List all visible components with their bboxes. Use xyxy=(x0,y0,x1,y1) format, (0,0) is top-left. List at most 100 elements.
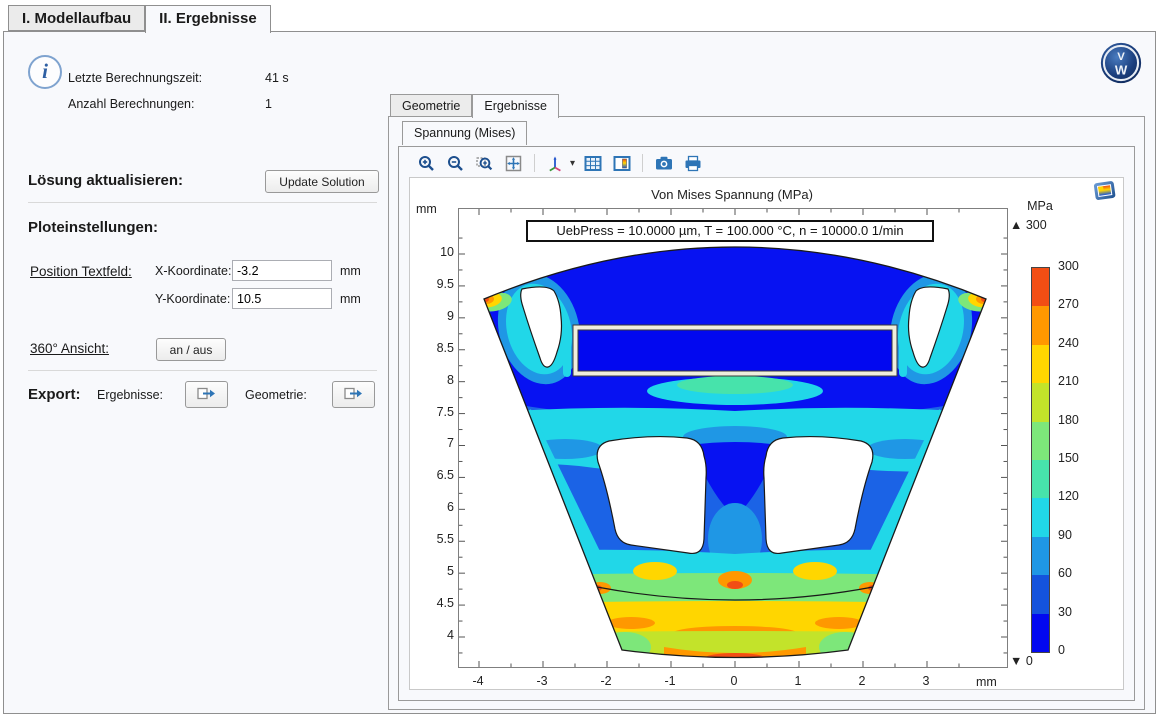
export-geometry-button[interactable] xyxy=(332,381,375,408)
x-tick-label: 0 xyxy=(718,674,750,688)
colorbar-tick-label: 120 xyxy=(1058,489,1079,503)
y-tick-label: 6.5 xyxy=(416,468,454,482)
colorbar-band xyxy=(1032,383,1049,421)
calc-time-label: Letzte Berechnungszeit: xyxy=(68,71,202,85)
graphics-tab-bar: GeometrieErgebnisse xyxy=(390,94,559,118)
x-tick-label: -1 xyxy=(654,674,686,688)
vw-logo: V W xyxy=(1100,42,1142,89)
y-tick-label: 10 xyxy=(416,245,454,259)
chevron-down-icon[interactable]: ▾ xyxy=(570,158,575,169)
x-tick-label: -4 xyxy=(462,674,494,688)
y-unit-label: mm xyxy=(340,292,361,306)
graphics-toolbar: ▾ xyxy=(409,150,1124,176)
plot-window-icon[interactable] xyxy=(1092,180,1117,207)
colorbar-tick-label: 60 xyxy=(1058,566,1072,580)
y-tick-label: 8 xyxy=(416,373,454,387)
colorbar xyxy=(1031,267,1050,653)
y-tick-label: 9.5 xyxy=(416,277,454,291)
divider xyxy=(28,370,377,371)
zoom-box-icon[interactable] xyxy=(473,152,496,174)
x-tick-label: 2 xyxy=(846,674,878,688)
zoom-out-icon[interactable] xyxy=(444,152,467,174)
plot-settings-heading: Ploteinstellungen: xyxy=(28,219,158,236)
main-tab-bar: I. ModellaufbauII. Ergebnisse xyxy=(8,5,271,33)
colorbar-band xyxy=(1032,575,1049,613)
y-coordinate-label: Y-Koordinate: xyxy=(155,292,230,306)
colorbar-tick-label: 90 xyxy=(1058,528,1072,542)
info-icon: i xyxy=(28,55,62,89)
plot-area[interactable] xyxy=(458,208,1008,668)
divider xyxy=(28,202,377,203)
colorbar-tick-label: 210 xyxy=(1058,374,1079,388)
tab-spannung-mises[interactable]: Spannung (Mises) xyxy=(402,121,527,145)
tab-ergebnisse-graphics[interactable]: Ergebnisse xyxy=(472,94,559,118)
calc-count-value: 1 xyxy=(265,97,272,111)
y-tick-label: 6 xyxy=(416,500,454,514)
colorbar-tick-label: 150 xyxy=(1058,451,1079,465)
svg-text:W: W xyxy=(1115,62,1128,77)
y-tick-label: 4 xyxy=(416,628,454,642)
y-axis-unit: mm xyxy=(416,202,437,216)
export-results-label: Ergebnisse: xyxy=(97,388,163,402)
svg-text:V: V xyxy=(1117,51,1125,63)
colorbar-unit: MPa xyxy=(1018,199,1062,213)
x-tick-label: -2 xyxy=(590,674,622,688)
app-window: I. ModellaufbauII. Ergebnisse V W i Letz… xyxy=(0,0,1157,720)
update-solution-heading: Lösung aktualisieren: xyxy=(28,172,183,189)
colorbar-band xyxy=(1032,345,1049,383)
colorbar-under-marker: ▼ 0 xyxy=(1010,654,1033,668)
y-tick-label: 9 xyxy=(416,309,454,323)
y-tick-label: 7.5 xyxy=(416,405,454,419)
colorbar-tick-label: 270 xyxy=(1058,297,1079,311)
color-legend-icon[interactable] xyxy=(610,152,633,174)
tab-geometrie[interactable]: Geometrie xyxy=(390,94,472,117)
x-unit-label: mm xyxy=(340,264,361,278)
parameter-annotation: UebPress = 10.0000 µm, T = 100.000 °C, n… xyxy=(526,220,934,242)
y-tick-label: 5.5 xyxy=(416,532,454,546)
x-coordinate-label: X-Koordinate: xyxy=(155,264,231,278)
text-position-label: Position Textfeld: xyxy=(30,264,132,279)
x-tick-label: 1 xyxy=(782,674,814,688)
colorbar-tick-label: 0 xyxy=(1058,643,1065,657)
von-mises-field xyxy=(459,209,1007,667)
colorbar-tick-label: 30 xyxy=(1058,605,1072,619)
snapshot-icon[interactable] xyxy=(652,152,675,174)
x-coordinate-input[interactable] xyxy=(232,260,332,281)
colorbar-band xyxy=(1032,422,1049,460)
export-icon xyxy=(344,386,363,404)
colorbar-tick-label: 240 xyxy=(1058,336,1079,350)
tab-ergebnisse[interactable]: II. Ergebnisse xyxy=(145,5,271,33)
view-360-label: 360° Ansicht: xyxy=(30,341,109,356)
y-tick-label: 5 xyxy=(416,564,454,578)
y-tick-label: 7 xyxy=(416,436,454,450)
print-icon[interactable] xyxy=(681,152,704,174)
colorbar-tick-label: 300 xyxy=(1058,259,1079,273)
y-coordinate-input[interactable] xyxy=(232,288,332,309)
export-heading: Export: xyxy=(28,386,81,403)
colorbar-tick-label: 180 xyxy=(1058,413,1079,427)
x-tick-label: 3 xyxy=(910,674,942,688)
toolbar-separator xyxy=(534,154,535,172)
plot-title: Von Mises Spannung (MPa) xyxy=(458,187,1006,202)
grid-icon[interactable] xyxy=(581,152,604,174)
colorbar-band xyxy=(1032,268,1049,306)
colorbar-band xyxy=(1032,460,1049,498)
tab-modellaufbau[interactable]: I. Modellaufbau xyxy=(8,5,145,31)
x-tick-label: -3 xyxy=(526,674,558,688)
calc-count-label: Anzahl Berechnungen: xyxy=(68,97,194,111)
x-axis-unit: mm xyxy=(976,675,1016,689)
update-solution-button[interactable]: Update Solution xyxy=(265,170,379,193)
view-orientation-icon[interactable] xyxy=(544,152,567,174)
graphics-canvas[interactable]: Von Mises Spannung (MPa) mm xyxy=(409,177,1124,690)
zoom-in-icon[interactable] xyxy=(415,152,438,174)
zoom-extents-icon[interactable] xyxy=(502,152,525,174)
colorbar-band xyxy=(1032,498,1049,536)
export-icon xyxy=(197,386,216,404)
colorbar-band xyxy=(1032,614,1049,652)
view-360-toggle-button[interactable]: an / aus xyxy=(156,338,226,361)
toolbar-separator xyxy=(642,154,643,172)
export-results-button[interactable] xyxy=(185,381,228,408)
export-geometry-label: Geometrie: xyxy=(245,388,307,402)
y-tick-label: 4.5 xyxy=(416,596,454,610)
colorbar-band xyxy=(1032,306,1049,344)
